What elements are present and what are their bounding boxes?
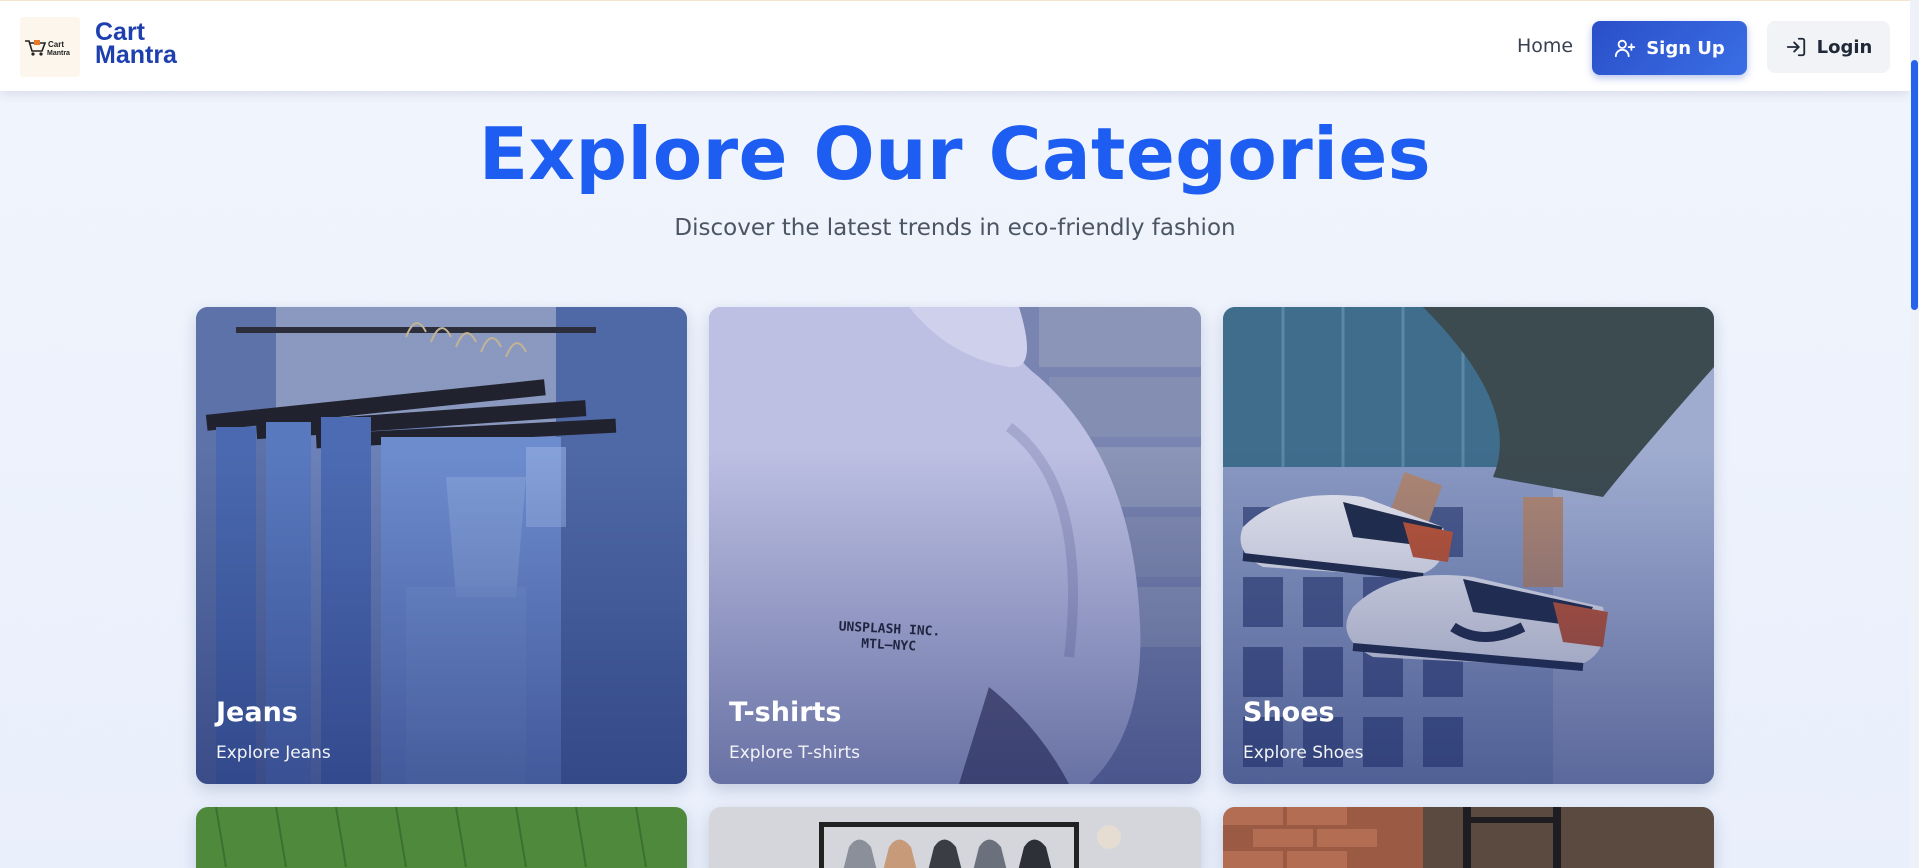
log-in-icon bbox=[1786, 37, 1805, 57]
category-link[interactable]: Explore Shoes bbox=[1243, 743, 1363, 763]
login-button[interactable]: Login bbox=[1767, 21, 1890, 73]
user-plus-icon bbox=[1615, 39, 1636, 58]
page-subtitle: Discover the latest trends in eco-friend… bbox=[674, 215, 1236, 241]
navbar: Cart Mantra Cart Mantra Home Sign Up Log… bbox=[0, 0, 1910, 91]
category-link[interactable]: Explore Jeans bbox=[216, 743, 331, 763]
category-title: Shoes bbox=[1243, 697, 1335, 728]
svg-text:Mantra: Mantra bbox=[47, 50, 70, 57]
brick-wall-image bbox=[1223, 807, 1714, 868]
brand-name[interactable]: Cart Mantra bbox=[95, 20, 177, 69]
category-title: Jeans bbox=[216, 697, 298, 728]
page-title: Explore Our Categories bbox=[478, 112, 1432, 196]
category-card-row2-3[interactable] bbox=[1223, 807, 1714, 868]
category-card-row2-1[interactable] bbox=[196, 807, 687, 868]
brand-line2: Mantra bbox=[95, 41, 177, 69]
category-title: T-shirts bbox=[729, 697, 842, 728]
logo[interactable]: Cart Mantra bbox=[20, 17, 80, 77]
nav-home-link[interactable]: Home bbox=[1517, 35, 1573, 57]
category-card-row2-2[interactable] bbox=[709, 807, 1201, 868]
signup-label: Sign Up bbox=[1646, 37, 1725, 59]
grass-image bbox=[196, 807, 687, 868]
category-card-shoes[interactable]: Shoes Explore Shoes bbox=[1223, 307, 1714, 784]
scrollbar-thumb[interactable] bbox=[1911, 60, 1918, 310]
category-link[interactable]: Explore T-shirts bbox=[729, 743, 860, 763]
svg-text:Cart: Cart bbox=[48, 40, 64, 49]
cart-logo-icon: Cart Mantra bbox=[25, 40, 70, 57]
category-card-jeans[interactable]: Jeans Explore Jeans bbox=[196, 307, 687, 784]
login-label: Login bbox=[1816, 36, 1873, 58]
category-card-tshirts[interactable]: UNSPLASH INC. MTL—NYC T-shirts Explore T… bbox=[709, 307, 1201, 784]
signup-button[interactable]: Sign Up bbox=[1592, 21, 1747, 75]
clothing-rack-image bbox=[709, 807, 1201, 868]
